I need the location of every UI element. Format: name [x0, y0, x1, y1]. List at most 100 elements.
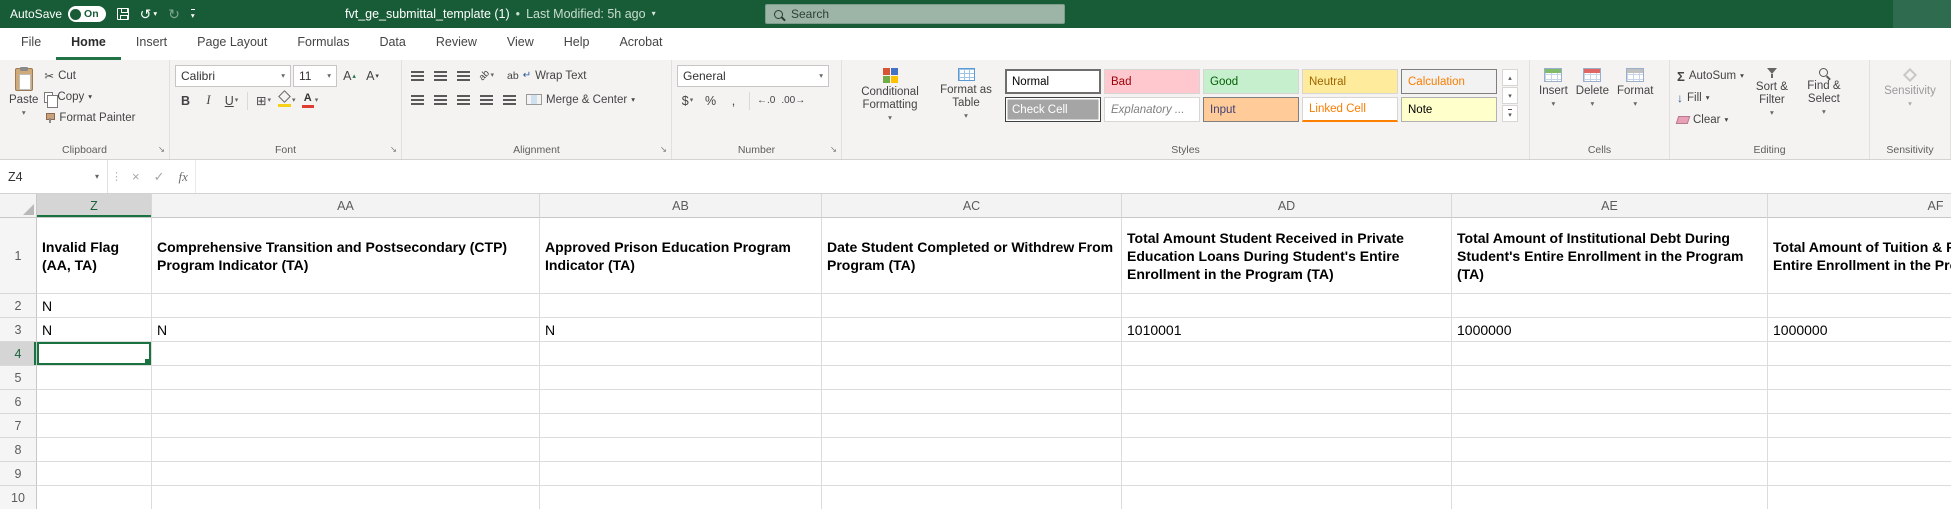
comma-style-button[interactable]: , [723, 90, 744, 111]
cell-AA5[interactable] [152, 366, 540, 390]
cell-AF6[interactable] [1768, 390, 1951, 414]
cut-button[interactable]: ✂ Cut [42, 66, 137, 86]
cell-AF10[interactable] [1768, 486, 1951, 509]
decrease-decimal-button[interactable]: .00→ [779, 90, 807, 111]
row-header-10[interactable]: 10 [0, 486, 37, 509]
name-box[interactable]: Z4 ▾ [0, 160, 107, 193]
cell-AE4[interactable] [1452, 342, 1768, 366]
column-header-AC[interactable]: AC [822, 194, 1122, 218]
cell-AD8[interactable] [1122, 438, 1452, 462]
tab-view[interactable]: View [492, 28, 549, 60]
cell-AF3[interactable]: 1000000 [1768, 318, 1951, 342]
tab-file[interactable]: File [6, 28, 56, 60]
cell-Z1[interactable]: Invalid Flag (AA, TA) [37, 218, 152, 294]
align-left-button[interactable] [407, 89, 428, 110]
cell-AE5[interactable] [1452, 366, 1768, 390]
decrease-indent-button[interactable] [476, 89, 497, 110]
autosave-toggle[interactable]: AutoSave On [10, 6, 106, 22]
cell-Z6[interactable] [37, 390, 152, 414]
cell-AD7[interactable] [1122, 414, 1452, 438]
cell-AC9[interactable] [822, 462, 1122, 486]
wrap-text-button[interactable]: ab ↵ Wrap Text [505, 66, 588, 86]
cell-AE3[interactable]: 1000000 [1452, 318, 1768, 342]
cell-Z5[interactable] [37, 366, 152, 390]
delete-cells-button[interactable]: Delete ▾ [1572, 65, 1613, 111]
cell-AA4[interactable] [152, 342, 540, 366]
tab-home[interactable]: Home [56, 28, 121, 60]
cell-AA8[interactable] [152, 438, 540, 462]
insert-function-button[interactable]: fx [172, 160, 195, 193]
cell-AC2[interactable] [822, 294, 1122, 318]
align-right-button[interactable] [453, 89, 474, 110]
row-header-6[interactable]: 6 [0, 390, 37, 414]
percent-style-button[interactable]: % [700, 90, 721, 111]
save-button[interactable] [116, 8, 129, 20]
cell-AF8[interactable] [1768, 438, 1951, 462]
dialog-launcher-icon[interactable]: ↘ [390, 144, 397, 155]
clear-button[interactable]: Clear ▾ [1675, 110, 1746, 130]
search-input[interactable] [791, 7, 1056, 21]
cell-AC10[interactable] [822, 486, 1122, 509]
cell-style-input[interactable]: Input [1203, 97, 1299, 122]
dialog-launcher-icon[interactable]: ↘ [830, 144, 837, 155]
cell-style-linked-cell[interactable]: Linked Cell [1302, 97, 1398, 122]
row-header-3[interactable]: 3 [0, 318, 37, 342]
align-top-button[interactable] [407, 65, 428, 86]
cell-AD4[interactable] [1122, 342, 1452, 366]
cell-AC3[interactable] [822, 318, 1122, 342]
cell-AB7[interactable] [540, 414, 822, 438]
cell-AA3[interactable]: N [152, 318, 540, 342]
cell-AD5[interactable] [1122, 366, 1452, 390]
cell-style-good[interactable]: Good [1203, 69, 1299, 94]
cell-AA10[interactable] [152, 486, 540, 509]
cell-AC1[interactable]: Date Student Completed or Withdrew From … [822, 218, 1122, 294]
cell-AB5[interactable] [540, 366, 822, 390]
row-header-5[interactable]: 5 [0, 366, 37, 390]
dialog-launcher-icon[interactable]: ↘ [660, 144, 667, 155]
row-header-4[interactable]: 4 [0, 342, 37, 366]
column-header-AB[interactable]: AB [540, 194, 822, 218]
font-family-select[interactable]: Calibri ▾ [175, 65, 291, 87]
autosave-switch[interactable]: On [68, 6, 106, 22]
cell-AE7[interactable] [1452, 414, 1768, 438]
cell-AF9[interactable] [1768, 462, 1951, 486]
row-header-7[interactable]: 7 [0, 414, 37, 438]
align-center-button[interactable] [430, 89, 451, 110]
cell-AB8[interactable] [540, 438, 822, 462]
cell-Z2[interactable]: N [37, 294, 152, 318]
insert-cells-button[interactable]: Insert ▾ [1535, 65, 1572, 111]
cell-style-note[interactable]: Note [1401, 97, 1497, 122]
row-header-9[interactable]: 9 [0, 462, 37, 486]
gallery-scroll-up-button[interactable]: ▴ [1502, 69, 1518, 86]
sort-filter-button[interactable]: Sort & Filter ▾ [1746, 65, 1798, 120]
align-bottom-button[interactable] [453, 65, 474, 86]
row-header-1[interactable]: 1 [0, 218, 37, 294]
cell-AA7[interactable] [152, 414, 540, 438]
cell-AD3[interactable]: 1010001 [1122, 318, 1452, 342]
number-format-select[interactable]: General ▾ [677, 65, 829, 87]
column-header-Z[interactable]: Z [37, 194, 152, 218]
increase-decimal-button[interactable]: ←.0 [755, 90, 777, 111]
accounting-format-button[interactable]: $ ▾ [677, 90, 698, 111]
autosum-button[interactable]: Σ AutoSum ▾ [1675, 66, 1746, 86]
sensitivity-button[interactable]: Sensitivity ▾ [1880, 65, 1940, 111]
cell-style-neutral[interactable]: Neutral [1302, 69, 1398, 94]
borders-button[interactable]: ⊞ ▾ [253, 90, 274, 111]
cell-AD6[interactable] [1122, 390, 1452, 414]
cell-Z10[interactable] [37, 486, 152, 509]
cell-AB10[interactable] [540, 486, 822, 509]
column-header-AA[interactable]: AA [152, 194, 540, 218]
cell-AB1[interactable]: Approved Prison Education Program Indica… [540, 218, 822, 294]
cell-AD10[interactable] [1122, 486, 1452, 509]
column-header-AD[interactable]: AD [1122, 194, 1452, 218]
cell-AC6[interactable] [822, 390, 1122, 414]
cell-Z8[interactable] [37, 438, 152, 462]
select-all-button[interactable] [0, 194, 37, 218]
gallery-more-button[interactable]: ▾ [1502, 105, 1518, 122]
decrease-font-size-button[interactable]: A ▾ [362, 66, 383, 87]
increase-font-size-button[interactable]: A ▴ [339, 66, 360, 87]
cell-AB4[interactable] [540, 342, 822, 366]
document-title[interactable]: fvt_ge_submittal_template (1) • Last Mod… [345, 0, 656, 28]
cell-AE1[interactable]: Total Amount of Institutional Debt Durin… [1452, 218, 1768, 294]
merge-center-button[interactable]: Merge & Center ▾ [524, 90, 637, 110]
